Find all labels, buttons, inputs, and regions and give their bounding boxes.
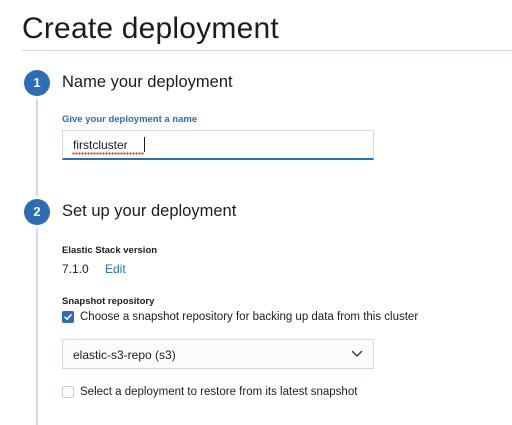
stack-version-label: Elastic Stack version: [62, 245, 158, 256]
deployment-name-input[interactable]: [62, 130, 374, 160]
choose-repository-checkbox[interactable]: [62, 311, 74, 323]
checkmark-icon: [64, 314, 72, 320]
step-1-number: 1: [24, 70, 50, 96]
restore-snapshot-checkbox[interactable]: [62, 386, 74, 398]
restore-snapshot-label: Select a deployment to restore from its …: [80, 386, 358, 398]
step-2-number: 2: [24, 199, 50, 225]
snapshot-repository-label: Snapshot repository: [62, 296, 155, 307]
snapshot-repository-select[interactable]: elastic-s3-repo (s3): [62, 339, 374, 369]
step-2-title: Set up your deployment: [62, 202, 237, 220]
page-title: Create deployment: [22, 12, 279, 45]
chevron-down-icon: [351, 350, 363, 357]
spellcheck-underline: [72, 152, 144, 155]
edit-version-link[interactable]: Edit: [105, 262, 126, 276]
stack-version-value: 7.1.0: [62, 262, 89, 276]
deployment-name-label: Give your deployment a name: [62, 114, 198, 125]
text-caret: [144, 137, 145, 152]
step-1-title: Name your deployment: [62, 73, 233, 91]
steps-connector-line: [36, 96, 38, 425]
title-divider: [22, 50, 512, 51]
create-deployment-page: Create deployment 1 Name your deployment…: [0, 0, 512, 425]
snapshot-repository-value: elastic-s3-repo (s3): [73, 348, 176, 362]
choose-repository-label: Choose a snapshot repository for backing…: [80, 311, 419, 323]
